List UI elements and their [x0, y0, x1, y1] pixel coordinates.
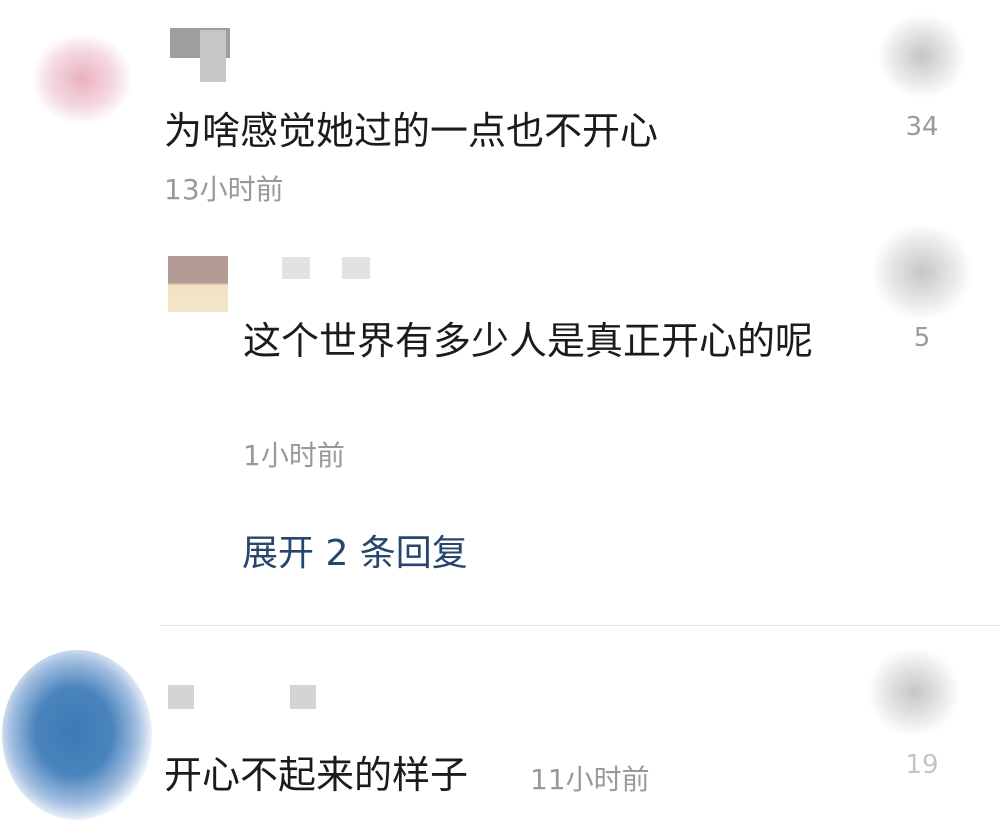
like-icon[interactable] — [868, 648, 960, 736]
reply-timestamp: 1小时前 — [243, 439, 345, 472]
username-redacted[interactable] — [168, 685, 194, 709]
like-count: 19 — [905, 750, 939, 780]
divider — [160, 625, 1000, 626]
like-icon[interactable] — [872, 224, 972, 320]
username-redacted[interactable] — [282, 257, 310, 279]
comment-timestamp: 13小时前 — [164, 173, 284, 206]
avatar[interactable] — [168, 256, 228, 312]
like-count: 34 — [905, 112, 939, 142]
expand-replies-link[interactable]: 展开 2 条回复 — [242, 524, 468, 576]
like-icon[interactable] — [878, 14, 966, 98]
username-redacted[interactable] — [290, 685, 316, 709]
username-redacted[interactable] — [200, 30, 226, 82]
comment-text: 开心不起来的样子 — [164, 753, 469, 797]
reply-text: 这个世界有多少人是真正开心的呢 — [243, 319, 814, 363]
avatar[interactable] — [2, 650, 152, 820]
username-redacted[interactable] — [342, 257, 370, 279]
comment-timestamp: 11小时前 — [530, 763, 650, 796]
like-count: 5 — [913, 323, 931, 353]
avatar[interactable] — [32, 34, 132, 124]
comment-text: 为啥感觉她过的一点也不开心 — [164, 109, 659, 153]
